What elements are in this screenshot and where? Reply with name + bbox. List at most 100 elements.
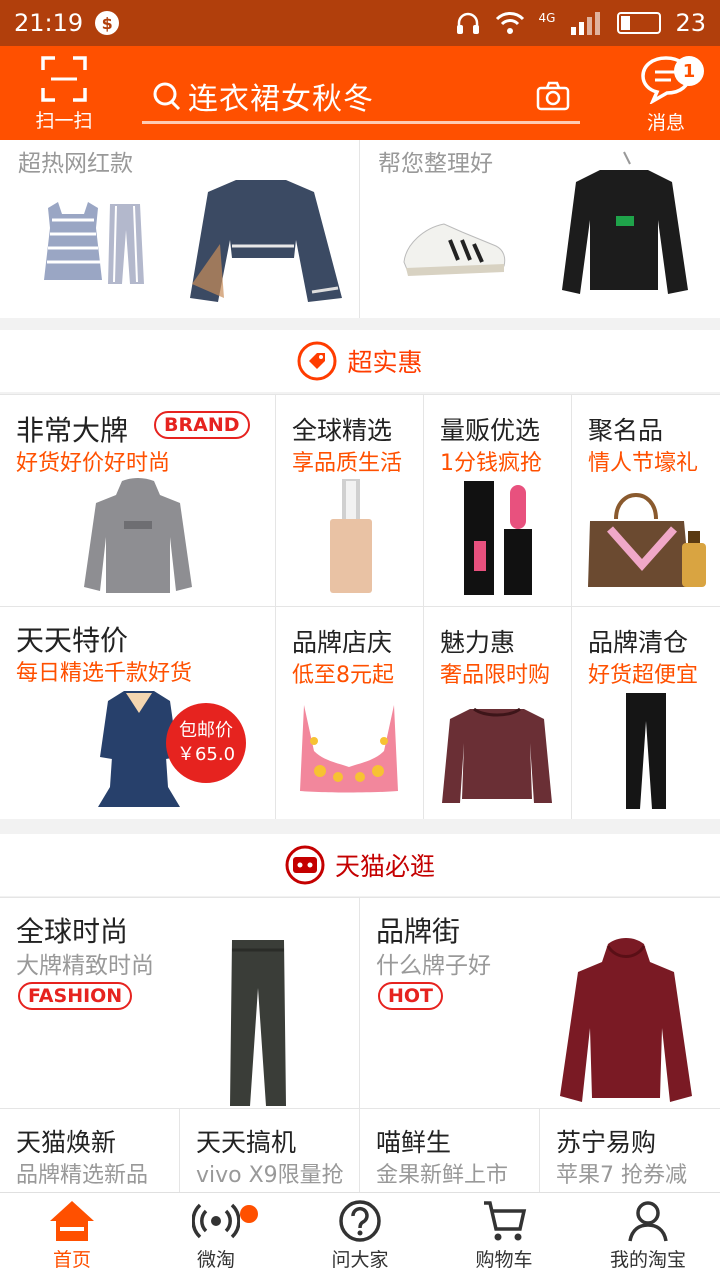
- search-bar[interactable]: 连衣裙女秋冬: [142, 70, 580, 124]
- price-badge: 包邮价 ￥65.0: [166, 703, 246, 783]
- tmall-featured: 全球时尚 大牌精致时尚 FASHION 品牌街 什么牌子好 HOT: [0, 898, 720, 1108]
- wifi-icon: [495, 12, 524, 34]
- app-header: 扫一扫 连衣裙女秋冬 消息 1: [0, 46, 720, 140]
- deal-title: 非常大牌: [16, 414, 129, 447]
- deal-daily[interactable]: 天天特价 每日精选千款好货 包邮价 ￥65.0: [0, 607, 275, 819]
- nav-label: 微淘: [196, 1249, 235, 1271]
- tmall-row-item[interactable]: 苏宁易购 苹果7 抢券减: [540, 1109, 720, 1192]
- top-card-trending[interactable]: 超热网红款: [0, 140, 359, 318]
- tmall-title: 全球时尚: [16, 915, 129, 948]
- top-card-subtitle: 帮您整理好: [378, 151, 493, 177]
- tmall-row-title: 喵鲜生: [376, 1128, 452, 1157]
- nav-ask[interactable]: 问大家: [288, 1193, 432, 1280]
- brand-tag: BRAND: [154, 411, 250, 439]
- battery-level: 23: [675, 9, 706, 37]
- deal-title: 量贩优选: [440, 416, 541, 445]
- deal-charm[interactable]: 魅力惠 奢品限时购: [424, 607, 571, 819]
- tmall-row-item[interactable]: 天天搞机 vivo X9限量抢: [180, 1109, 359, 1192]
- gray-hoodie-image: [84, 478, 192, 593]
- deal-famous[interactable]: 聚名品 情人节壕礼: [572, 395, 720, 606]
- price-tag-icon: [297, 341, 337, 381]
- top-cards-block: 超热网红款 帮您整理好: [0, 140, 720, 318]
- tmall-row-title: 苏宁易购: [556, 1128, 657, 1157]
- nav-my-taobao[interactable]: 我的淘宝: [576, 1193, 720, 1280]
- nav-label: 问大家: [331, 1249, 389, 1271]
- tmall-row-title: 天天搞机: [196, 1128, 297, 1157]
- status-bar: 21:19 $ 4G 23: [0, 0, 720, 46]
- sequin-top-image: [442, 707, 552, 803]
- scan-icon: [41, 56, 87, 102]
- message-count-badge: 1: [674, 56, 704, 86]
- notification-icon: $: [95, 11, 120, 35]
- deal-shop[interactable]: 品牌店庆 低至8元起: [276, 607, 423, 819]
- tmall-row-subtitle: 金果新鲜上市: [376, 1163, 509, 1188]
- navy-sweater-image: [190, 180, 342, 302]
- tmall-fashion[interactable]: 全球时尚 大牌精致时尚 FASHION: [0, 898, 359, 1108]
- camera-icon[interactable]: [536, 81, 570, 111]
- deal-clear[interactable]: 品牌清仓 好货超便宜: [572, 607, 720, 819]
- deal-global[interactable]: 全球精选 享品质生活: [276, 395, 423, 606]
- foundation-bottle-image: [330, 479, 372, 593]
- tmall-logo-icon: [285, 845, 325, 885]
- user-icon: [628, 1201, 668, 1242]
- nav-label: 购物车: [475, 1249, 533, 1271]
- signal-icon: [571, 12, 601, 35]
- deal-subtitle: 1分钱疯抢: [440, 451, 542, 476]
- handbag-image: [588, 493, 706, 587]
- new-content-dot: [240, 1205, 258, 1223]
- deal-title: 魅力惠: [440, 628, 516, 657]
- deal-title: 品牌店庆: [292, 628, 393, 657]
- deal-title: 品牌清仓: [588, 628, 689, 657]
- tmall-row-subtitle: 苹果7 抢券减: [556, 1163, 687, 1188]
- top-card-organized[interactable]: 帮您整理好: [360, 140, 720, 318]
- search-query: 连衣裙女秋冬: [188, 81, 374, 117]
- main-feed[interactable]: 超热网红款 帮您整理好 超实惠 非常大牌 BRAND 好货好价好时尚 全球精选 …: [0, 140, 720, 1192]
- deal-subtitle: 享品质生活: [292, 451, 403, 476]
- tmall-street[interactable]: 品牌街 什么牌子好 HOT: [360, 898, 720, 1108]
- lingerie-image: [300, 705, 398, 793]
- deal-subtitle: 每日精选千款好货: [16, 661, 193, 686]
- network-type: 4G: [538, 11, 556, 25]
- scan-button[interactable]: 扫一扫: [28, 54, 100, 134]
- deals-grid: 非常大牌 BRAND 好货好价好时尚 全球精选 享品质生活 量贩优选 1分钱疯抢: [0, 395, 720, 819]
- deal-subtitle: 低至8元起: [292, 663, 394, 688]
- price-badge-label: 包邮价: [179, 720, 233, 741]
- striped-outfit-image: [44, 202, 144, 284]
- price-badge-value: ￥65.0: [176, 744, 236, 765]
- top-card-subtitle: 超热网红款: [18, 151, 133, 177]
- tmall-row-subtitle: vivo X9限量抢: [196, 1163, 344, 1188]
- tmall-subtitle: 大牌精致时尚: [16, 953, 154, 979]
- headphone-icon: [456, 12, 479, 34]
- nav-home[interactable]: 首页: [0, 1193, 144, 1280]
- deal-title: 天天特价: [16, 624, 129, 657]
- burgundy-hoodie-image: [560, 938, 692, 1102]
- fashion-tag: FASHION: [18, 982, 133, 1010]
- tmall-row-item[interactable]: 天猫焕新 品牌精选新品: [0, 1109, 179, 1192]
- nav-weitao[interactable]: 微淘: [144, 1193, 288, 1280]
- battery-icon: [617, 12, 662, 34]
- scan-label: 扫一扫: [35, 110, 93, 132]
- cart-icon: [484, 1201, 527, 1241]
- nav-label: 我的淘宝: [609, 1249, 686, 1271]
- nav-cart[interactable]: 购物车: [432, 1193, 576, 1280]
- bottom-navigation: 首页 微淘 问大家 购物车 我的淘宝: [0, 1192, 720, 1280]
- tmall-row-item[interactable]: 喵鲜生 金果新鲜上市: [360, 1109, 539, 1192]
- deal-brand[interactable]: 非常大牌 BRAND 好货好价好时尚: [0, 395, 275, 606]
- hot-tag: HOT: [378, 982, 444, 1010]
- deal-subtitle: 好货好价好时尚: [16, 451, 171, 476]
- search-icon: [153, 82, 181, 110]
- nav-label: 首页: [52, 1249, 91, 1271]
- tmall-subtitle: 什么牌子好: [376, 953, 491, 979]
- status-time: 21:19: [14, 9, 84, 37]
- deal-subtitle: 奢品限时购: [440, 663, 551, 688]
- messages-button[interactable]: 消息 1: [626, 54, 706, 134]
- deal-title: 全球精选: [292, 416, 393, 445]
- deal-bulk[interactable]: 量贩优选 1分钱疯抢: [424, 395, 571, 606]
- section-title-deals: 超实惠: [347, 348, 423, 377]
- section-title-tmall: 天猫必逛: [334, 852, 435, 881]
- sneakers-image: [403, 223, 506, 276]
- status-right: 4G 23: [455, 9, 706, 37]
- home-icon: [50, 1201, 94, 1241]
- deal-subtitle: 情人节壕礼: [588, 451, 699, 476]
- section-header-deals: 超实惠: [0, 330, 720, 392]
